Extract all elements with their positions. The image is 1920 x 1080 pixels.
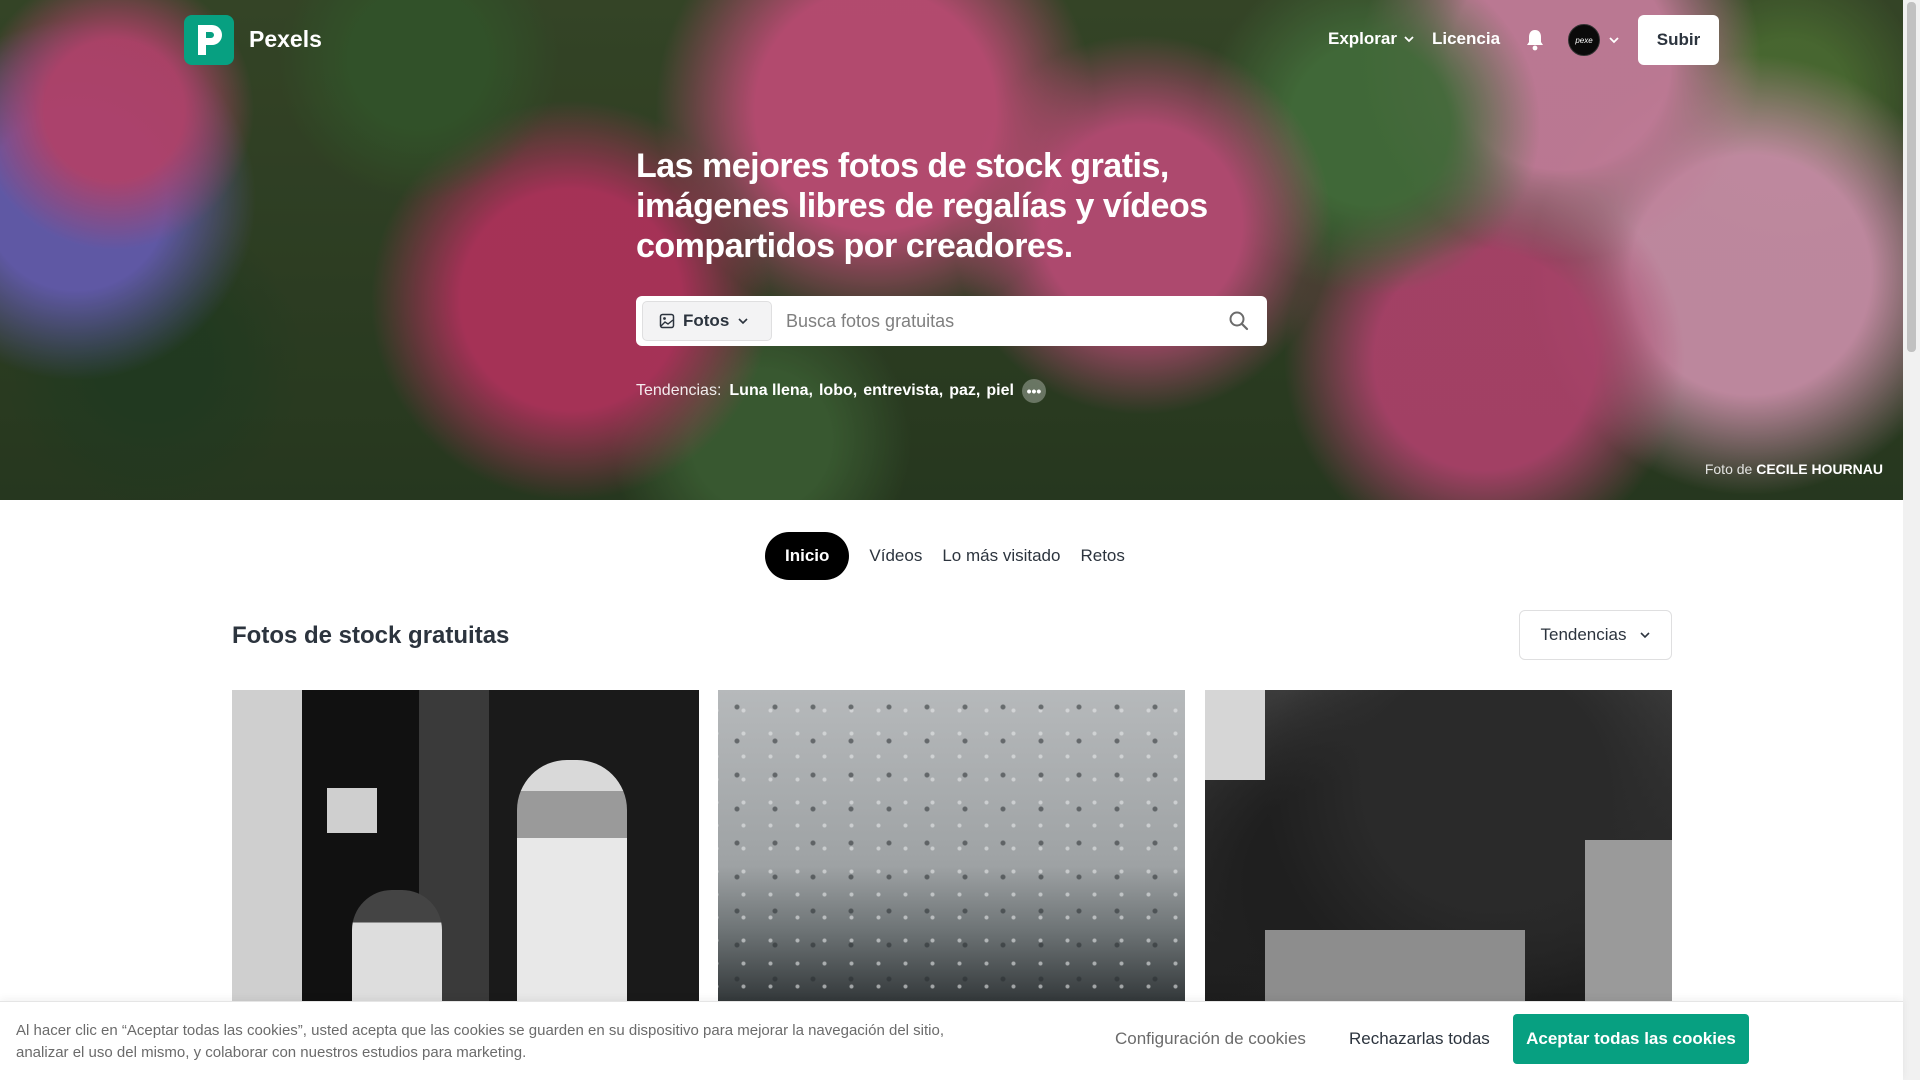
trending-searches: Tendencias: Luna llena, lobo, entrevista…: [636, 379, 1046, 403]
hero-title: Las mejores fotos de stock gratis, imáge…: [636, 147, 1208, 265]
trend-link[interactable]: lobo: [819, 382, 853, 400]
cookie-settings-button[interactable]: Configuración de cookies: [1115, 1029, 1306, 1049]
image-icon: [659, 313, 675, 329]
tab-inicio[interactable]: Inicio: [765, 532, 850, 580]
notification-bell-icon[interactable]: [1525, 29, 1545, 56]
explore-label: Explorar: [1328, 29, 1397, 48]
trend-link[interactable]: entrevista: [863, 382, 939, 400]
chevron-down-icon: [1639, 632, 1650, 639]
search-type-dropdown[interactable]: Fotos: [642, 301, 772, 341]
top-navigation: Pexels Explorar Licencia pexe Subir: [0, 0, 1903, 80]
cookie-text: Al hacer clic en “Aceptar todas las cook…: [16, 1022, 945, 1061]
profile-menu[interactable]: pexe: [1568, 24, 1620, 56]
content-tabs: Inicio Vídeos Lo más visitado Retos: [765, 532, 1135, 580]
trend-link[interactable]: Luna llena: [729, 382, 808, 400]
section-title: Fotos de stock gratuitas: [232, 622, 510, 649]
tab-most-visited[interactable]: Lo más visitado: [932, 532, 1070, 580]
scrollbar-thumb[interactable]: [1907, 2, 1916, 352]
logo-text[interactable]: Pexels: [249, 26, 322, 53]
pexels-logo-icon[interactable]: [184, 15, 234, 65]
accept-cookies-button[interactable]: Aceptar todas las cookies: [1513, 1014, 1749, 1064]
tab-challenges[interactable]: Retos: [1070, 532, 1134, 580]
sort-dropdown[interactable]: Tendencias: [1519, 610, 1672, 660]
reject-cookies-button[interactable]: Rechazarlas todas: [1349, 1029, 1490, 1049]
upload-button[interactable]: Subir: [1638, 15, 1719, 65]
trend-link[interactable]: paz: [949, 382, 976, 400]
cookie-banner: Al hacer clic en “Aceptar todas las cook…: [0, 1001, 1903, 1080]
search-icon[interactable]: [1228, 310, 1250, 337]
sort-label: Tendencias: [1540, 625, 1627, 644]
photo-card[interactable]: [718, 690, 1185, 1010]
photo-credit[interactable]: Foto de CECILE HOURNAU: [1705, 461, 1883, 477]
photo-card[interactable]: [1205, 690, 1672, 1010]
hero-banner: Pexels Explorar Licencia pexe Subir Las …: [0, 0, 1903, 500]
avatar: pexe: [1568, 24, 1600, 56]
trend-link[interactable]: piel: [986, 382, 1014, 400]
more-trends-button[interactable]: •••: [1021, 379, 1046, 403]
trends-label: Tendencias:: [636, 382, 722, 399]
photo-card[interactable]: [232, 690, 699, 1010]
search-bar: Fotos: [636, 296, 1267, 346]
chevron-down-icon: [1609, 37, 1619, 44]
search-input[interactable]: [786, 301, 1206, 341]
explore-menu[interactable]: Explorar: [1328, 29, 1415, 49]
credit-author: CECILE HOURNAU: [1756, 461, 1883, 477]
chevron-down-icon: [1404, 36, 1414, 43]
tab-videos[interactable]: Vídeos: [859, 532, 932, 580]
license-link[interactable]: Licencia: [1432, 29, 1500, 49]
chevron-down-icon: [738, 318, 748, 325]
search-type-label: Fotos: [683, 311, 730, 330]
page-scrollbar[interactable]: [1903, 0, 1920, 1080]
license-label: Licencia: [1432, 29, 1501, 48]
credit-prefix: Foto de: [1704, 461, 1753, 477]
